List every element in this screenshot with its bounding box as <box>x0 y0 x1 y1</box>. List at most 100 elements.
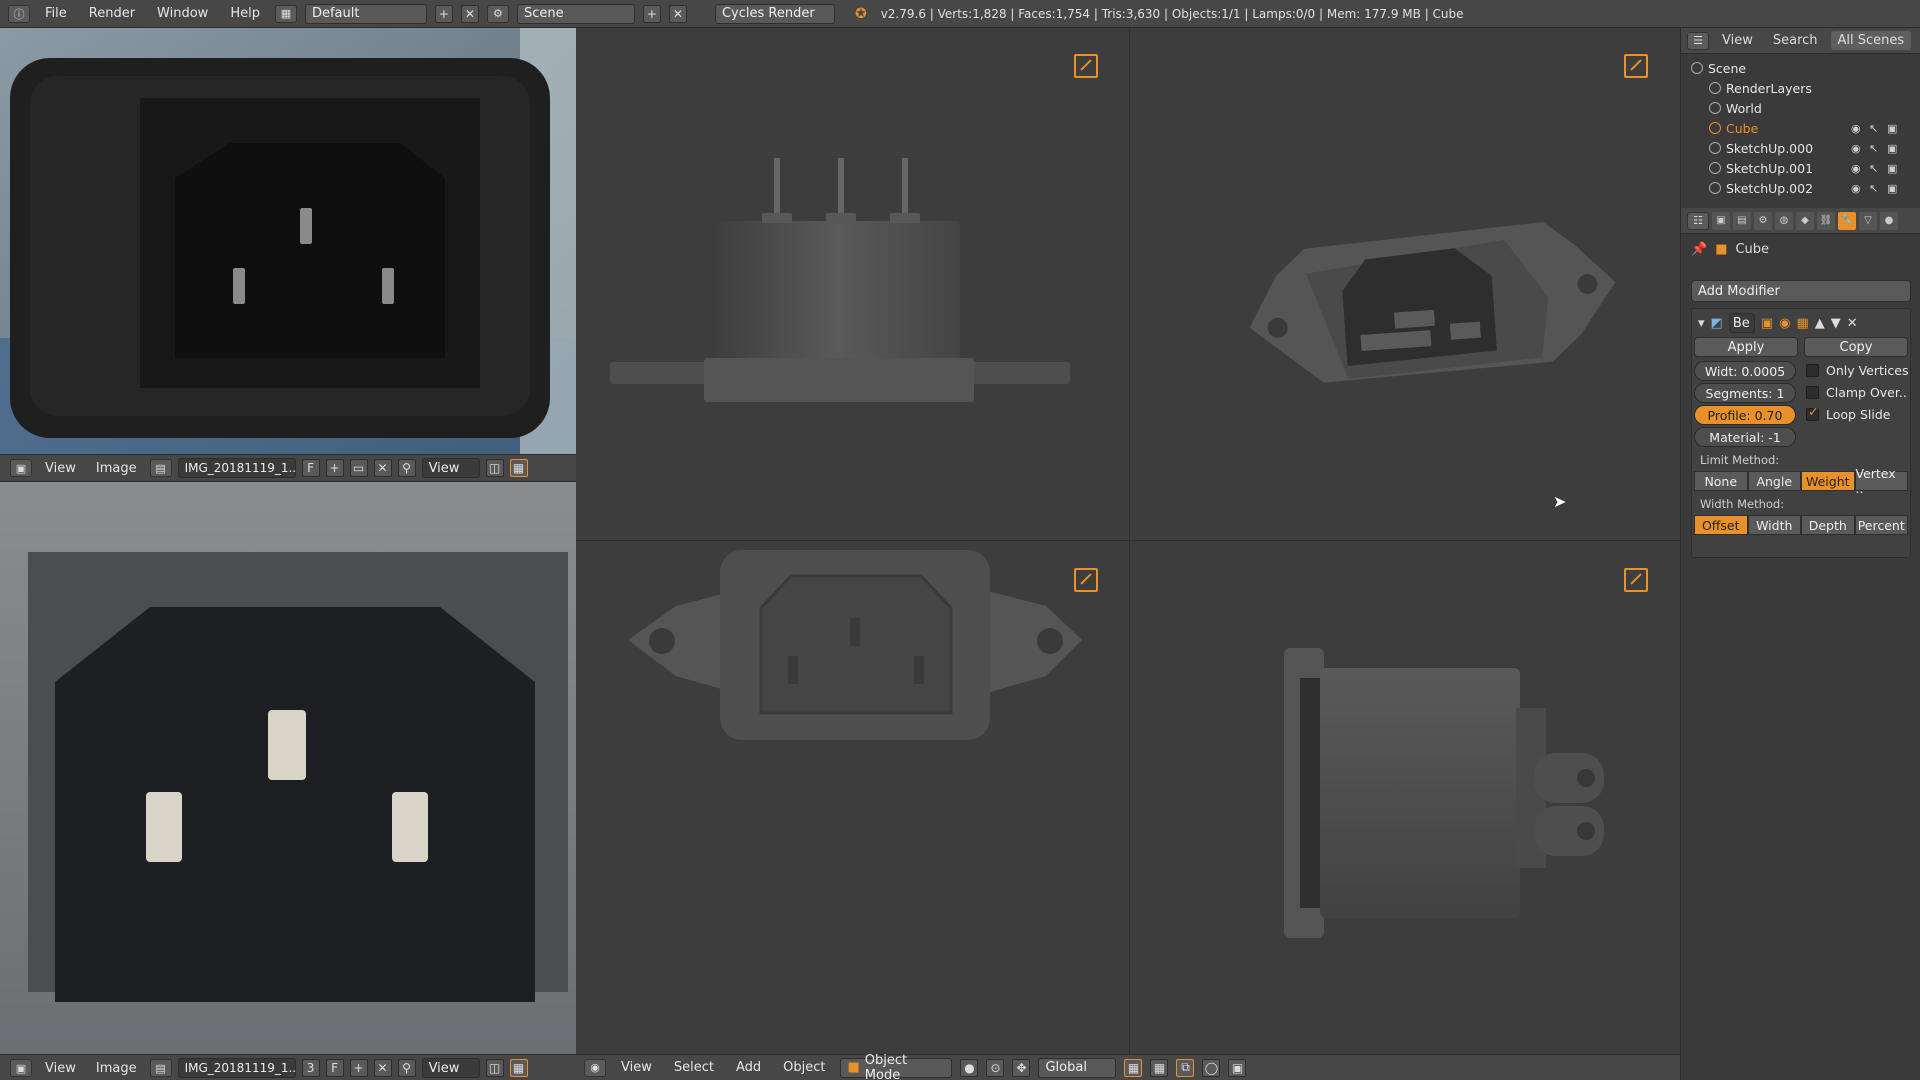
outliner-item-renderlayers[interactable]: RenderLayers <box>1691 78 1920 98</box>
cursor-icon[interactable]: ↖ <box>1869 162 1878 175</box>
render-tab-icon[interactable]: ▣ <box>1712 211 1730 230</box>
snap-icon[interactable]: ⧉ <box>1176 1058 1195 1077</box>
image-bottom-pin-icon[interactable]: ⚲ <box>397 1059 416 1077</box>
menu-render[interactable]: Render <box>82 6 142 21</box>
editor-type-icon[interactable]: ◉ <box>584 1058 606 1077</box>
viewport-add-menu[interactable]: Add <box>729 1060 768 1075</box>
object-tab-icon[interactable]: ◆ <box>1796 211 1814 230</box>
image-top-display-icon[interactable]: ◫ <box>485 459 504 477</box>
width-width-option[interactable]: Width <box>1747 515 1801 535</box>
add-layout-button[interactable]: + <box>434 4 453 23</box>
only-vertices-checkbox[interactable]: Only Vertices <box>1806 363 1908 378</box>
remove-scene-button[interactable]: ✕ <box>668 4 687 23</box>
properties-editor-icon[interactable]: ☷ <box>1687 211 1709 230</box>
3d-viewport[interactable]: ➤ <box>576 28 1680 1054</box>
outliner-item-world[interactable]: World <box>1691 98 1920 118</box>
image-editor-bottom[interactable] <box>0 482 576 1054</box>
modifiers-tab-icon[interactable]: 🔧 <box>1838 211 1856 230</box>
image-top-image-menu[interactable]: Image <box>89 461 144 476</box>
info-editor-icon[interactable]: ⓘ <box>8 4 30 23</box>
viewport-select-menu[interactable]: Select <box>667 1060 721 1075</box>
layer-icon[interactable]: ▦ <box>1124 1058 1143 1077</box>
constraints-tab-icon[interactable]: ⛓ <box>1817 211 1835 230</box>
scene-field[interactable]: Scene <box>516 3 635 24</box>
limit-angle-option[interactable]: Angle <box>1747 471 1801 491</box>
outliner-tab-all-scenes[interactable]: All Scenes <box>1830 31 1912 50</box>
scene-tab-icon[interactable]: ⚙ <box>1754 211 1772 230</box>
image-top-channel-icon[interactable]: ▦ <box>509 459 528 477</box>
properties-editor[interactable]: ☷ ▣ ▤ ⚙ ◍ ◆ ⛓ 🔧 ▽ ● 📌 ■ Cube Add Modifie… <box>1680 208 1920 1080</box>
limit-vertex-option[interactable]: Vertex .. <box>1854 466 1908 496</box>
outliner-tab-view[interactable]: View <box>1715 31 1760 50</box>
editor-type-icon[interactable]: ▣ <box>10 459 32 477</box>
viewport-object-menu[interactable]: Object <box>776 1060 832 1075</box>
outliner-item-sketchup-000[interactable]: SketchUp.000 ◉ ↖ ▣ <box>1691 138 1920 158</box>
editmode-visibility-icon[interactable]: ▦ <box>1796 316 1808 331</box>
outliner-item-sketchup-001[interactable]: SketchUp.001 ◉ ↖ ▣ <box>1691 158 1920 178</box>
add-modifier-button[interactable]: Add Modifier <box>1691 280 1911 302</box>
pivot-icon[interactable]: ⊙ <box>986 1058 1005 1077</box>
image-bottom-view-menu[interactable]: View <box>38 1061 83 1076</box>
viewport-view-menu[interactable]: View <box>614 1060 659 1075</box>
outliner-item-cube[interactable]: Cube ◉ ↖ ▣ <box>1691 118 1920 138</box>
width-field[interactable]: Widt: 0.0005 <box>1694 361 1796 381</box>
image-top-view-menu[interactable]: View <box>38 461 83 476</box>
image-bottom-display-icon[interactable]: ◫ <box>485 1059 504 1077</box>
image-top-unlink-button[interactable]: ✕ <box>373 459 392 477</box>
screen-layout-field[interactable]: Default <box>304 3 427 24</box>
camera-icon[interactable]: ▣ <box>1887 162 1897 175</box>
viewport-visibility-icon[interactable]: ◉ <box>1779 316 1790 331</box>
modifier-name-field[interactable]: Be <box>1728 313 1755 333</box>
width-offset-option[interactable]: Offset <box>1694 515 1748 535</box>
image-bottom-channel-icon[interactable]: ▦ <box>509 1059 528 1077</box>
width-depth-option[interactable]: Depth <box>1801 515 1855 535</box>
image-browse-icon[interactable]: ▤ <box>149 1059 172 1077</box>
camera-icon[interactable]: ▣ <box>1887 142 1897 155</box>
eye-icon[interactable]: ◉ <box>1851 122 1861 135</box>
material-field[interactable]: Material: -1 <box>1694 427 1796 447</box>
image-bottom-image-menu[interactable]: Image <box>89 1061 144 1076</box>
width-percent-option[interactable]: Percent <box>1854 515 1908 535</box>
remove-modifier-icon[interactable]: ✕ <box>1847 316 1858 331</box>
limit-none-option[interactable]: None <box>1694 471 1748 491</box>
eye-icon[interactable]: ◉ <box>1851 142 1861 155</box>
cursor-icon[interactable]: ↖ <box>1869 122 1878 135</box>
manipulator-icon[interactable]: ✥ <box>1012 1058 1031 1077</box>
eye-icon[interactable]: ◉ <box>1851 182 1861 195</box>
mode-select[interactable]: ■ Object Mode <box>840 1053 953 1080</box>
width-method-selector[interactable]: Offset Width Depth Percent <box>1694 515 1908 535</box>
image-top-pin-icon[interactable]: ⚲ <box>397 459 416 477</box>
image-bottom-new-button[interactable]: + <box>349 1059 368 1077</box>
segments-field[interactable]: Segments: 1 <box>1694 383 1796 403</box>
outliner-tab-search[interactable]: Search <box>1766 31 1825 50</box>
image-top-view-select[interactable]: View <box>421 458 480 478</box>
limit-weight-option[interactable]: Weight <box>1801 471 1855 491</box>
viewport-shading-icon[interactable]: ● <box>960 1058 979 1077</box>
outliner[interactable]: ☰ View Search All Scenes Scene RenderLay… <box>1680 28 1920 208</box>
outliner-item-sketchup-002[interactable]: SketchUp.002 ◉ ↖ ▣ <box>1691 178 1920 198</box>
image-top-fake-user[interactable]: F <box>301 459 320 477</box>
orientation-select[interactable]: Global <box>1038 1057 1117 1078</box>
layers-grid-icon[interactable]: ▦ <box>1150 1058 1169 1077</box>
image-editor-top[interactable] <box>0 28 576 454</box>
outliner-item-scene[interactable]: Scene <box>1691 58 1920 78</box>
image-top-open-button[interactable]: ▭ <box>349 459 368 477</box>
pin-icon[interactable]: 📌 <box>1691 242 1707 257</box>
render-preview-icon[interactable]: ▣ <box>1228 1058 1247 1077</box>
camera-icon[interactable]: ▣ <box>1887 122 1897 135</box>
profile-field[interactable]: Profile: 0.70 <box>1694 405 1796 425</box>
render-engine-select[interactable]: Cycles Render <box>714 3 835 24</box>
render-visibility-icon[interactable]: ▣ <box>1761 316 1773 331</box>
world-tab-icon[interactable]: ◍ <box>1775 211 1793 230</box>
move-up-icon[interactable]: ▲ <box>1815 316 1825 331</box>
image-bottom-view-select[interactable]: View <box>421 1058 480 1078</box>
editor-type-icon[interactable]: ▣ <box>10 1059 32 1077</box>
add-scene-button[interactable]: + <box>642 4 661 23</box>
image-top-name-field[interactable]: IMG_20181119_1.. <box>177 458 296 478</box>
quad-expand-icon[interactable] <box>1624 568 1648 592</box>
cursor-icon[interactable]: ↖ <box>1869 142 1878 155</box>
clamp-overlap-checkbox[interactable]: Clamp Over.. <box>1806 385 1907 400</box>
image-bottom-name-field[interactable]: IMG_20181119_1.. <box>177 1058 296 1078</box>
loop-slide-checkbox[interactable]: Loop Slide <box>1806 405 1890 422</box>
menu-help[interactable]: Help <box>223 6 267 21</box>
